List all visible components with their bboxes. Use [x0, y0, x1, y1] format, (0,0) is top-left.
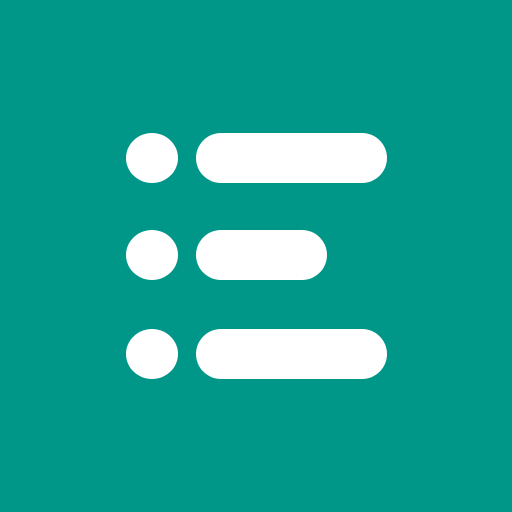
list-row-2	[0, 230, 512, 280]
bullet-dot-2	[126, 230, 178, 280]
list-app-icon	[0, 0, 512, 512]
list-line-3	[196, 329, 387, 379]
list-line-1	[196, 133, 387, 183]
bullet-dot-1	[126, 133, 178, 183]
list-line-2	[196, 230, 327, 280]
list-row-3	[0, 329, 512, 379]
bullet-dot-3	[126, 329, 178, 379]
list-row-1	[0, 133, 512, 183]
